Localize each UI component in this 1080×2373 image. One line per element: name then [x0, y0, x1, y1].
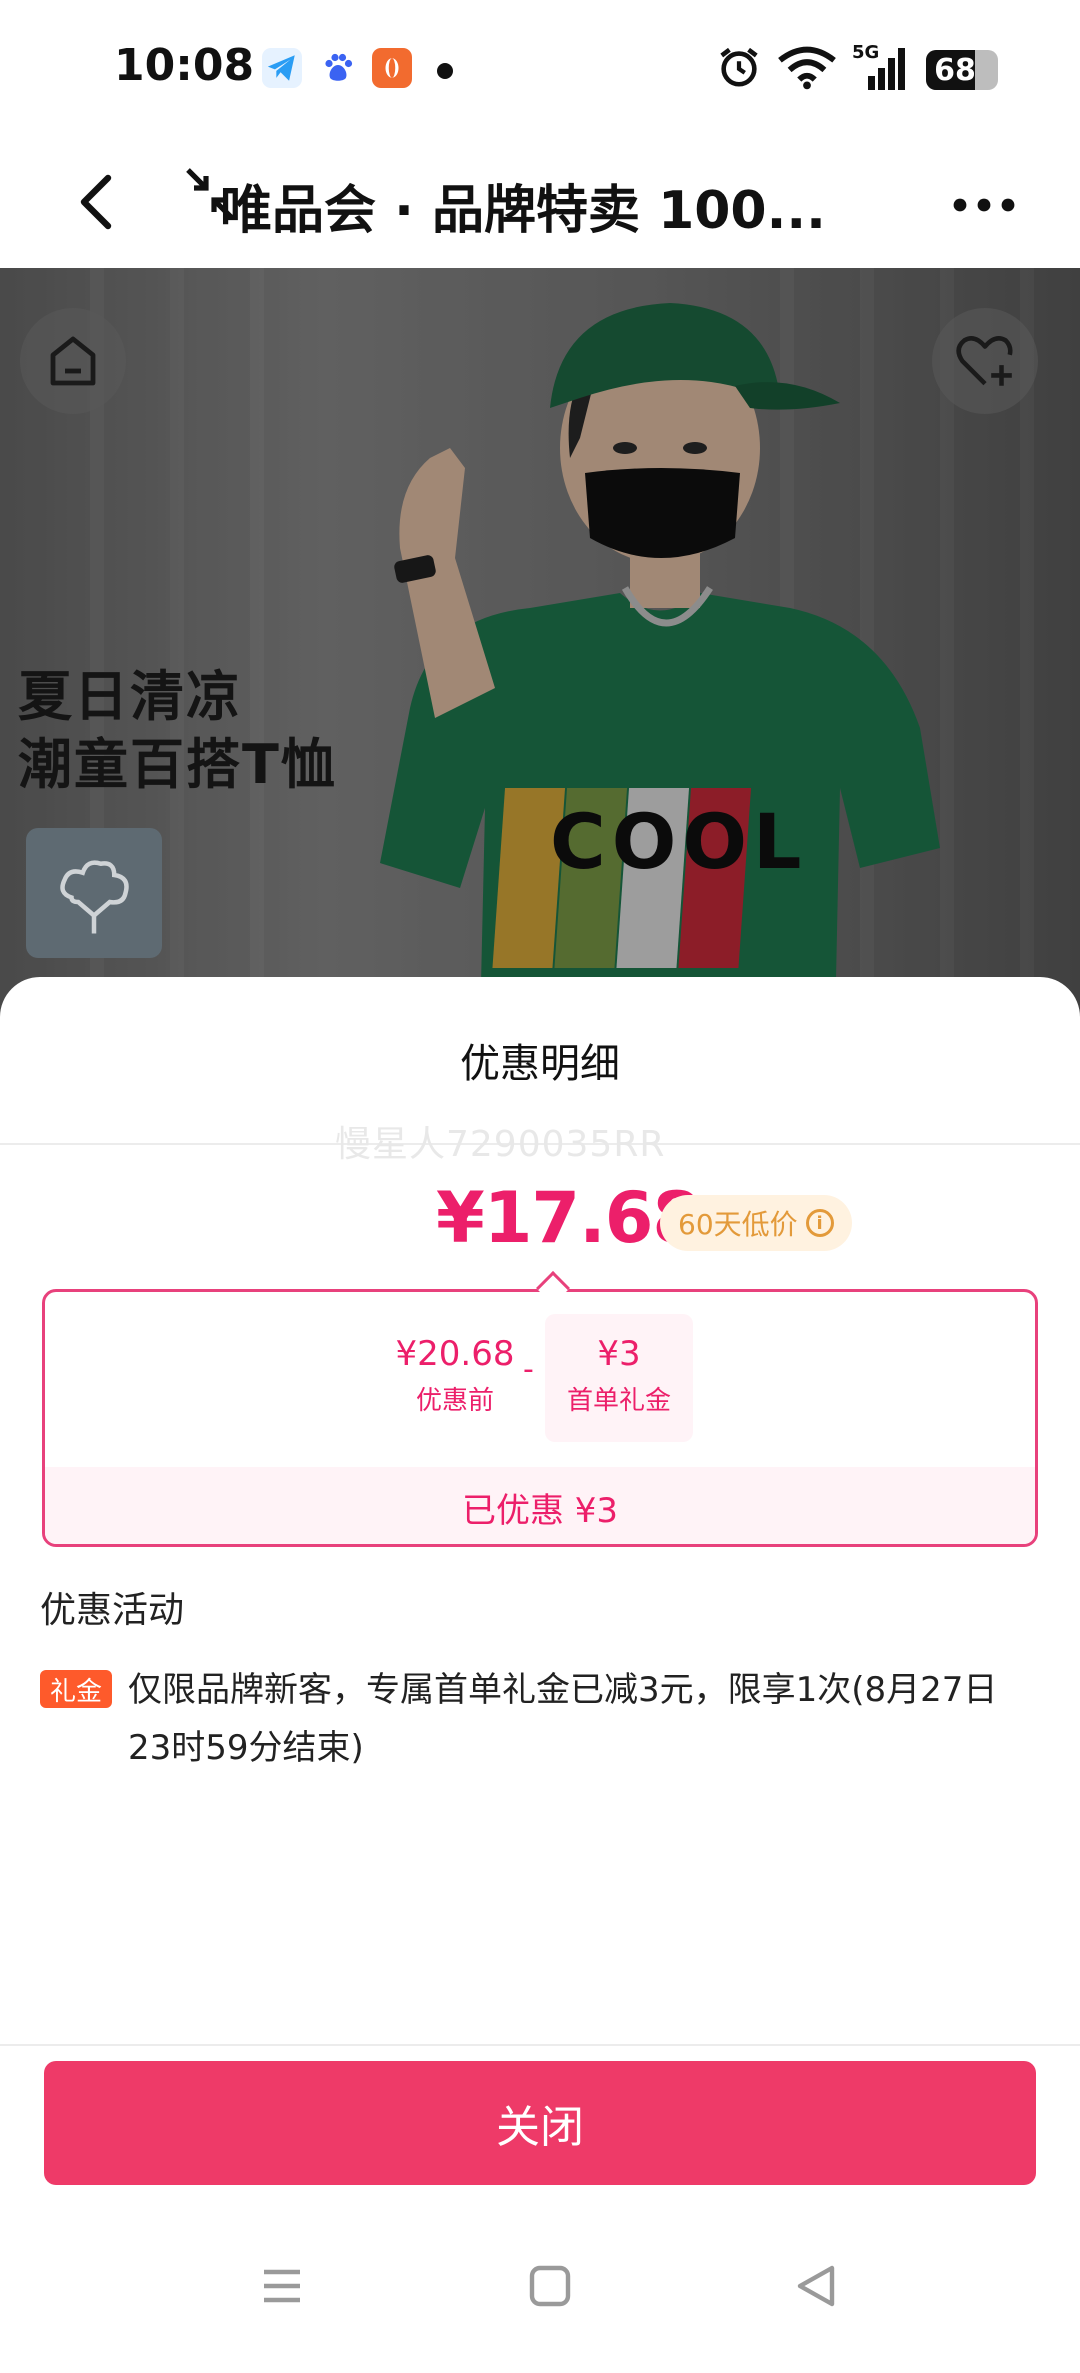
low-price-badge[interactable]: 60天低价 i: [660, 1195, 852, 1251]
app-icon: [372, 48, 412, 88]
total-saved: 已优惠 ¥3: [45, 1467, 1035, 1544]
product-image: COOL 夏日清凉 潮童百搭T恤: [0, 268, 1080, 1028]
info-icon: i: [805, 1209, 834, 1237]
telegram-icon: [262, 48, 302, 88]
minus-sign: -: [523, 1352, 534, 1387]
status-time: 10:08: [114, 40, 255, 91]
original-price: ¥20.68: [395, 1334, 515, 1374]
more-options-button[interactable]: [946, 180, 1022, 230]
battery-icon: 68: [926, 50, 998, 90]
coupon-label: 首单礼金: [566, 1386, 671, 1416]
page-title: 唯品会 · 品牌特卖 100...: [220, 181, 826, 241]
home-button[interactable]: [20, 308, 126, 414]
sheet-title: 优惠明细: [460, 1041, 620, 1087]
header-bar: 唯品会 · 品牌特卖 100...: [0, 140, 1080, 268]
heart-plus-icon: [956, 336, 1013, 386]
baidu-icon: [318, 48, 358, 88]
battery-level: 68: [934, 52, 976, 88]
notification-dot-icon: [437, 63, 453, 79]
divider: [0, 2044, 1080, 2046]
wifi-icon: [778, 46, 836, 94]
back-button[interactable]: [58, 162, 138, 242]
hero-headline-2: 潮童百搭T恤: [18, 733, 337, 796]
price-breakdown-box: ¥20.68 优惠前 - ¥3 首单礼金 已优惠 ¥3: [42, 1289, 1038, 1547]
cotton-material-icon: [26, 828, 162, 958]
gift-money-tag: 礼金: [40, 1670, 113, 1708]
home-nav-button[interactable]: [526, 2262, 574, 2314]
coupon-value: ¥3: [597, 1334, 641, 1374]
discount-detail-sheet: 优惠明细 慢星人7290035RR ¥17.68 60天低价 i ¥20.68 …: [0, 977, 1080, 2373]
status-bar: 10:08 5G 68: [0, 0, 1080, 140]
promotion-description: 仅限品牌新客，专属首单礼金已减3元，限享1次(8月27日23时59分结束): [128, 1670, 998, 1768]
original-price-label: 优惠前: [415, 1386, 494, 1416]
close-button[interactable]: 关闭: [44, 2061, 1036, 2185]
favorite-button[interactable]: [932, 308, 1038, 414]
back-nav-button[interactable]: [792, 2262, 840, 2314]
promotions-heading: 优惠活动: [40, 1590, 185, 1631]
low-price-label: 60天低价: [678, 1208, 798, 1241]
alarm-icon: [716, 44, 762, 94]
recent-apps-button[interactable]: [258, 2262, 306, 2314]
watermark: 慢星人7290035RR: [335, 1124, 666, 1165]
home-icon: [50, 336, 96, 386]
network-type: 5G: [852, 42, 880, 63]
cellular-signal-icon: 5G: [850, 42, 910, 96]
